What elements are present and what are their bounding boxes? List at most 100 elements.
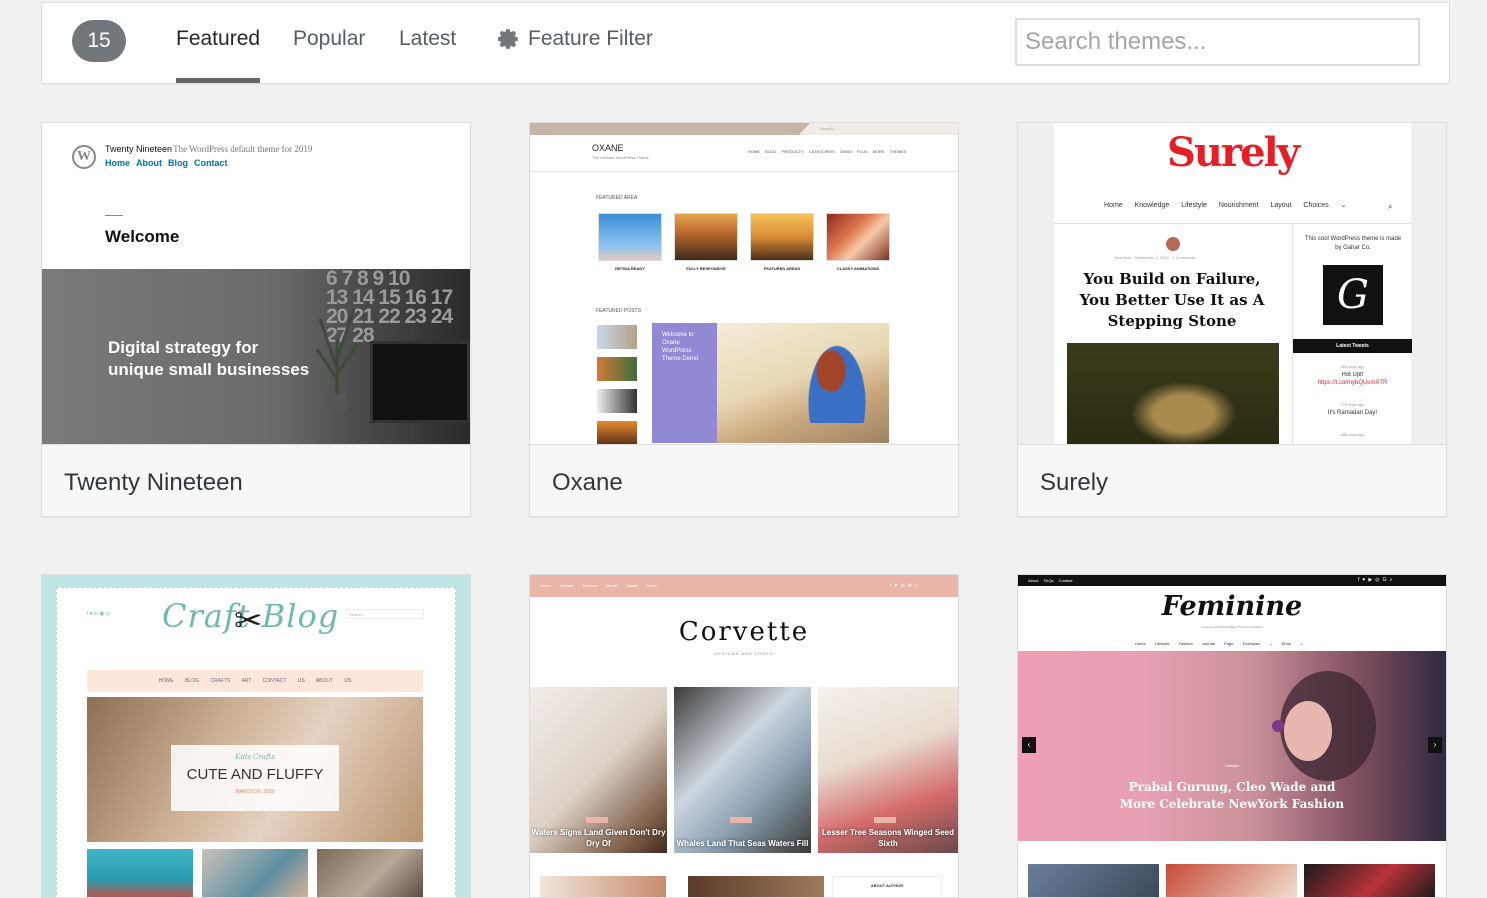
theme-card-corvette[interactable]: Home Contact Fashion Media Sports Travel…: [529, 574, 959, 898]
hero-title-line: More Celebrate NewYork Fashion: [1119, 797, 1345, 811]
tab-popular[interactable]: Popular: [293, 27, 365, 83]
social-icons: f♥◎✉⌕: [890, 583, 921, 589]
theme-card-oxane[interactable]: Search... OXANE The Ultimate WordPress T…: [529, 122, 959, 517]
preview-nav-item: Blog: [168, 158, 189, 168]
preview-post-thumb: [1304, 864, 1435, 897]
search-icon: ⌕: [1388, 202, 1393, 211]
theme-name-bar[interactable]: Surely: [1018, 444, 1446, 516]
preview-hero-image: Lifestyle Prabal Gurung, Cleo Wade and M…: [1018, 651, 1446, 841]
theme-screenshot[interactable]: W Twenty Nineteen — The WordPress defaul…: [42, 123, 470, 444]
preview-logo: Feminine: [1161, 591, 1303, 622]
preview-hero-image: [717, 323, 889, 443]
preview-sidebar-text: This cool WordPress theme is made by Gah…: [1304, 236, 1402, 251]
preview-tweet: 373 days ago It's Ramadan Day!: [1293, 401, 1412, 417]
chevron-left-icon[interactable]: ‹: [1022, 737, 1036, 753]
theme-card-twenty-nineteen[interactable]: W Twenty Nineteen — The WordPress defaul…: [41, 122, 471, 517]
tweet-time: 286 days ago: [1340, 432, 1365, 437]
tweet-time: 309 days ago: [1340, 364, 1365, 369]
category-badge: [586, 817, 608, 823]
hero-category: Kids Crafts: [235, 753, 275, 761]
preview-tweet: 286 days ago: [1293, 431, 1412, 439]
preview-post-thumb: [87, 849, 193, 897]
tweet-text: It's Ramadan Day!: [1327, 410, 1378, 416]
preview-subtitle: Feminine WordPress Blog Theme for Fashio…: [1201, 625, 1263, 629]
preview-post-card: Whales Land That Seas Waters Fill: [674, 687, 811, 853]
monitor-image: [370, 341, 470, 423]
preview-page: Surely Home Knowledge Lifestyle Nourishm…: [1054, 123, 1412, 444]
preview-post-thumb: [317, 849, 423, 897]
theme-count-badge: 15: [72, 20, 126, 62]
preview-post-card: Lesser Tree Seasons Winged Seed Sixth: [818, 687, 958, 853]
theme-screenshot[interactable]: Home Contact Fashion Media Sports Travel…: [530, 575, 958, 897]
preview-post-thumb: [597, 389, 637, 413]
theme-screenshot[interactable]: Search... OXANE The Ultimate WordPress T…: [530, 123, 958, 444]
preview-feature-image: [674, 213, 738, 261]
preview-hero: 6 7 8 9 10 13 14 15 16 17 20 21 22 23 24…: [42, 268, 470, 444]
theme-card-surely[interactable]: Surely Home Knowledge Lifestyle Nourishm…: [1017, 122, 1447, 517]
preview-tagline: DESIGNS AND LOOKS: [714, 651, 774, 656]
social-icons: f ♥ in ▣ ◎: [87, 611, 110, 617]
avatar: [1166, 237, 1180, 251]
preview-top-nav: About FAQs Contact: [1028, 578, 1073, 583]
preview-post-thumb: [597, 357, 637, 381]
theme-name: Oxane: [552, 469, 623, 496]
feature-filter-button[interactable]: Feature Filter: [498, 27, 653, 51]
theme-filter-bar: 15 Featured Popular Latest Feature Filte…: [41, 2, 1450, 84]
category-badge: [730, 817, 752, 823]
preview-post-thumb: [597, 421, 637, 444]
preview-post-thumb: [688, 876, 824, 897]
hero-line: unique small businesses: [108, 360, 310, 379]
theme-name-bar[interactable]: Oxane: [530, 444, 958, 516]
search-themes-input[interactable]: [1015, 18, 1420, 66]
preview-post-thumb: [1028, 864, 1159, 897]
preview-tagline: — The WordPress default theme for 2019: [162, 144, 313, 154]
category-badge: [874, 817, 896, 823]
hero-title: Prabal Gurung, Cleo Wade and More Celebr…: [1018, 779, 1446, 813]
preview-logo: Corvette: [678, 617, 810, 647]
preview-welcome-heading: Welcome: [105, 227, 180, 246]
hero-date: MARCH 26, 2019: [235, 789, 275, 795]
preview-feature-image: [826, 213, 890, 261]
hero-title-line: Prabal Gurung, Cleo Wade and: [1128, 780, 1336, 794]
preview-post-thumb: [202, 849, 308, 897]
theme-screenshot[interactable]: Surely Home Knowledge Lifestyle Nourishm…: [1018, 123, 1446, 444]
theme-screenshot[interactable]: f ♥ in ▣ ◎ Search... Craft Blog ✂ HOME B…: [42, 575, 470, 897]
gear-icon: [498, 29, 518, 49]
preview-post-caption: Waters Signs Land Given Don't Dry Dry Of: [531, 828, 666, 848]
tab-latest[interactable]: Latest: [399, 27, 456, 83]
theme-name: Twenty Nineteen: [64, 469, 243, 496]
preview-subtitle: The Ultimate WordPress Theme: [592, 155, 649, 160]
preview-feature-image: [598, 213, 662, 261]
preview-logo: OXANE: [592, 143, 624, 153]
feature-filter-label: Feature Filter: [528, 27, 653, 50]
preview-nav-item: Contact: [194, 158, 228, 168]
preview-hero-heading: Digital strategy for unique small busine…: [108, 337, 309, 381]
hero-category: Lifestyle: [1224, 763, 1240, 768]
theme-card-craft-blog[interactable]: f ♥ in ▣ ◎ Search... Craft Blog ✂ HOME B…: [41, 574, 471, 898]
preview-post-caption: Lesser Tree Seasons Winged Seed Sixth: [822, 828, 954, 848]
preview-nav: HOME BLOG PRODUCTS CATEGORIES DEMO PLUS …: [748, 149, 907, 154]
preview-nav: Home About Blog Contact: [105, 158, 228, 168]
social-icons: f♥▶◎G⌕: [1358, 577, 1396, 583]
preview-feature-caption: FULLY RESPONSIVE: [686, 266, 726, 271]
preview-model-figure: [807, 343, 867, 423]
theme-name-bar[interactable]: Twenty Nineteen: [42, 444, 470, 516]
theme-card-feminine[interactable]: About FAQs Contact f♥▶◎G⌕ Feminine Femin…: [1017, 574, 1447, 898]
preview-post-image: [1067, 343, 1279, 444]
scissors-icon: ✂: [234, 602, 263, 640]
preview-welcome-box: Welcome to Oxane WordPress Theme Demo: [652, 323, 717, 443]
tweet-time: 373 days ago: [1340, 402, 1365, 407]
preview-logo: Surely: [1167, 129, 1300, 176]
chevron-right-icon[interactable]: ›: [1428, 737, 1442, 753]
preview-sidebar: This cool WordPress theme is made by Gah…: [1292, 223, 1412, 444]
theme-screenshot[interactable]: About FAQs Contact f♥▶◎G⌕ Feminine Femin…: [1018, 575, 1446, 897]
tab-featured[interactable]: Featured: [176, 27, 261, 83]
wordpress-logo-icon: W: [72, 145, 96, 169]
preview-feature-caption: CLASSY ANIMATIONS: [836, 266, 880, 271]
preview-nav-item: About: [136, 158, 163, 168]
preview-about-author: ABOUT AUTHOR: [832, 876, 942, 897]
plant-image: [315, 308, 359, 409]
preview-feature-caption: FEATURED AREAS: [763, 266, 801, 271]
preview-nav-item: Home: [105, 158, 131, 168]
preview-social-bar: [530, 123, 810, 135]
